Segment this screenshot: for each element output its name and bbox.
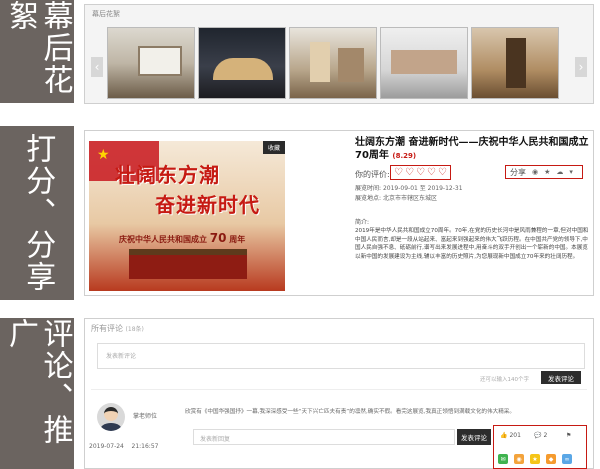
star-icon[interactable]: ★ [544,168,550,176]
gate-illustration [129,249,247,279]
like-count: 201 [509,432,521,439]
submit-comment-button[interactable]: 发表评论 [541,371,581,384]
event-detail-panel: ★ 收藏 壮阔东方潮 奋进新时代 庆祝中华人民共和国成立 70 周年 壮阔东方潮… [84,130,594,296]
speech-bubble-icon: 💬 [534,432,542,439]
gallery-prev-button[interactable]: ‹ [91,57,103,77]
gallery-thumb[interactable] [107,27,195,99]
reply-count: 2 [543,432,548,439]
gallery-thumb[interactable] [471,27,559,99]
heart-icon[interactable]: ♡ [405,167,414,178]
heart-icon[interactable]: ♡ [394,167,403,178]
heart-icon[interactable]: ♡ [416,167,425,178]
comment-input[interactable]: 发表新评论 [97,343,585,369]
submit-reply-button[interactable]: 发表评论 [457,429,491,445]
thumbs-up-icon: 👍 [500,432,508,439]
event-poster: ★ 收藏 壮阔东方潮 奋进新时代 庆祝中华人民共和国成立 70 周年 [89,141,285,291]
event-place: 展览地点: 北京市市辖区东城区 [355,195,437,202]
wechat-icon[interactable]: ✉ [498,454,508,464]
favorite-badge[interactable]: 收藏 [262,141,285,154]
chevron-left-icon: ‹ [94,60,100,74]
comment-user[interactable]: 掌老师位 [133,411,157,420]
like-button[interactable]: 👍 201 [500,432,521,439]
weibo-icon[interactable]: ◉ [532,168,538,176]
comments-panel: 所有评论 (18条) 发表新评论 还可以输入140个字 发表评论 掌老师位 20… [84,318,594,469]
weibo-icon[interactable]: ◉ [514,454,524,464]
rating-hearts[interactable]: ♡ ♡ ♡ ♡ ♡ [390,165,451,180]
section-label-comments-promo: 评论、推广 [0,318,74,469]
gallery-strip [107,27,559,99]
rating-label: 你的评价: [355,170,390,179]
promo-share-icons: ✉ ◉ ★ ◆ ∞ [498,454,572,464]
chevron-right-icon: › [578,60,584,74]
qzone-icon[interactable]: ★ [530,454,540,464]
flag-icon: ⚑ [566,432,572,439]
comments-title: 所有评论 (18条) [91,324,144,333]
poster-title-line2: 奋进新时代 [155,193,260,217]
wechat-icon[interactable]: ☁ [556,168,563,176]
comment-text: 欣赏有《中国华强国抒》一幕,我深深感受一些“天下兴亡匹夫有责”的凛然,确实不假。… [185,409,515,415]
more-icon[interactable]: ▾ [569,168,573,176]
comments-count: (18条) [125,326,144,333]
reply-count-button[interactable]: 💬 2 [534,432,547,439]
behind-scenes-panel: 幕后花絮 ‹ › [84,4,594,104]
heart-icon[interactable]: ♡ [438,167,447,178]
char-counter: 还可以输入140个字 [480,377,529,383]
share-label: 分享 [510,167,526,177]
intro-label: 简介: [355,219,370,226]
comment-actions: 👍 201 💬 2 ⚑ ✉ ◉ ★ ◆ ∞ [493,425,587,469]
heart-icon[interactable]: ♡ [427,167,436,178]
intro-text: 2019年是中华人民共和国成立70周年。70年,在党的历史长河中是风雨兼程的一章… [355,228,589,260]
comment-timestamp: 2019-07-24 21:16:57 [89,443,159,450]
star-icon: ★ [97,147,110,163]
qq-icon[interactable]: ◆ [546,454,556,464]
report-button[interactable]: ⚑ [566,432,571,439]
poster-title-line1: 壮阔东方潮 [115,163,220,187]
gallery-thumb[interactable] [198,27,286,99]
section-label-behind-scenes: 幕后花絮 [0,0,74,103]
avatar[interactable] [97,403,125,431]
reply-input[interactable]: 发表新回复 [193,429,455,445]
event-title: 壮阔东方潮 奋进新时代——庆祝中华人民共和国成立70周年 (8.29) [355,137,589,161]
link-icon[interactable]: ∞ [562,454,572,464]
share-bar: 分享 ◉ ★ ☁ ▾ [505,165,583,179]
behind-scenes-title: 幕后花絮 [92,10,120,18]
gallery-thumb[interactable] [380,27,468,99]
gallery-thumb[interactable] [289,27,377,99]
event-score: (8.29) [392,151,417,160]
section-label-score-share: 打分、分享 [0,126,74,300]
gallery-next-button[interactable]: › [575,57,587,77]
divider [91,389,587,390]
event-date: 展览时间: 2019-09-01 至 2019-12-31 [355,185,463,192]
poster-subtitle: 庆祝中华人民共和国成立 70 周年 [119,231,246,245]
